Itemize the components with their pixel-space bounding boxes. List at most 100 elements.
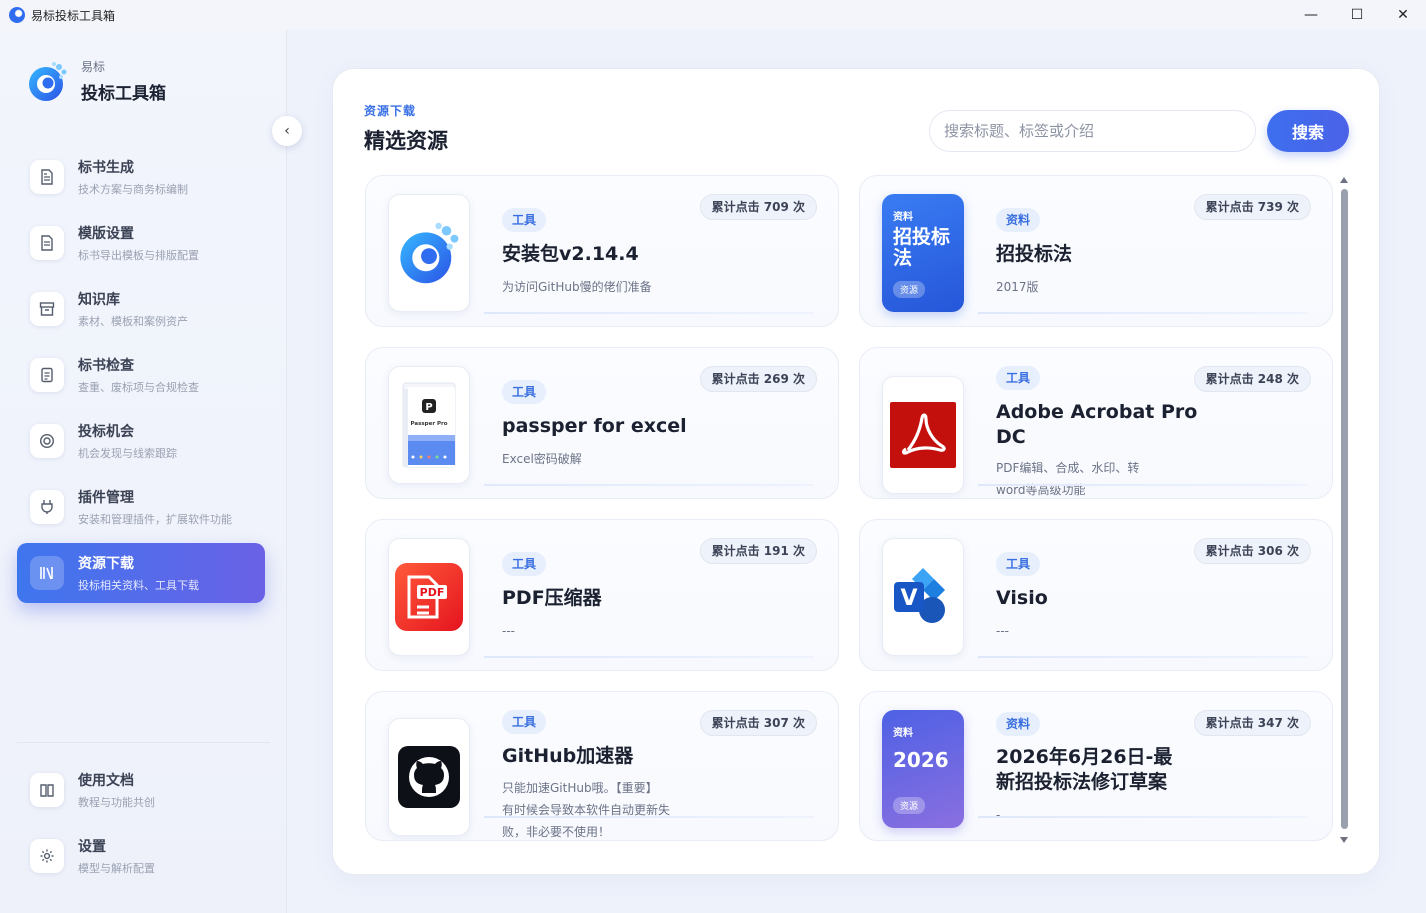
resource-card[interactable]: 工具 安装包v2.14.4 为访问GitHub慢的佬们准备 累计点击 709 次 (365, 175, 839, 327)
card-title-line: 2026年6月26日-最 (996, 746, 1173, 768)
sidebar-item-desc: 标书导出模板与排版配置 (78, 249, 199, 262)
scrollbar-thumb[interactable] (1341, 189, 1348, 829)
card-desc: --- (996, 624, 1009, 638)
card-title-line: DC (996, 426, 1026, 448)
resource-card[interactable]: 工具 GitHub加速器 只能加速GitHub哦。【重要】 有时候会导致本软件自… (365, 691, 839, 841)
sidebar-item-label: 模版设置 (78, 226, 134, 242)
click-count-badge: 累计点击 269 次 (699, 366, 817, 392)
gear-icon (30, 839, 64, 873)
sidebar-item-desc: 教程与功能共创 (78, 796, 155, 809)
sidebar-item-bid-opportunity[interactable]: 投标机会 机会发现与线索跟踪 (17, 411, 265, 471)
card-tag: 工具 (996, 366, 1041, 390)
card-title: 安装包v2.14.4 (502, 243, 639, 265)
card-desc: 只能加速GitHub哦。【重要】 (502, 781, 658, 795)
maximize-button[interactable]: ☐ (1334, 0, 1380, 30)
sidebar-item-label: 标书检查 (78, 358, 134, 374)
resource-card[interactable]: 资料 招投标法 资源 资料 招投标法 2017版 累计点击 739 次 (859, 175, 1333, 327)
book-cover-icon: 资料 2026 资源 (882, 710, 964, 828)
sidebar-item-label: 设置 (78, 839, 106, 855)
checklist-icon (30, 358, 64, 392)
sidebar-item-template-settings[interactable]: 模版设置 标书导出模板与排版配置 (17, 213, 265, 273)
box-label: Passper Pro (411, 421, 448, 427)
scrollbar[interactable] (1340, 177, 1349, 845)
sidebar-item-plugin-management[interactable]: 插件管理 安装和管理插件，扩展软件功能 (17, 477, 265, 537)
card-title: Adobe Acrobat Pro DC (996, 400, 1197, 450)
visio-icon: V (882, 538, 964, 656)
main-panel: 资源下载 精选资源 搜索 工具 安装包v2.14.4 为访问GitHub慢的佬们… (332, 68, 1380, 875)
visio-label: V (900, 586, 917, 611)
chevron-left-icon: ‹ (284, 123, 290, 139)
sidebar-item-label: 插件管理 (78, 490, 134, 506)
card-tag: 工具 (502, 380, 547, 404)
resource-card[interactable]: V 工具 Visio --- 累计点击 306 次 (859, 519, 1333, 671)
pdf-compressor-icon: PDF (388, 538, 470, 656)
click-count-badge: 累计点击 191 次 (699, 538, 817, 564)
click-count-badge: 累计点击 347 次 (1193, 710, 1311, 736)
scroll-up-arrow-icon[interactable] (1340, 177, 1348, 183)
card-desc: word等高级功能 (996, 483, 1086, 497)
minimize-button[interactable]: — (1288, 0, 1334, 30)
library-icon (30, 556, 64, 590)
sidebar-item-desc: 投标相关资料、工具下载 (78, 579, 199, 592)
breadcrumb: 资源下载 (364, 104, 417, 118)
archive-icon (30, 292, 64, 326)
sidebar-item-resource-download[interactable]: 资源下载 投标相关资料、工具下载 (17, 543, 265, 603)
cover-title: 2026 (893, 748, 949, 772)
card-tag: 工具 (996, 552, 1041, 576)
card-tag: 工具 (502, 710, 547, 734)
cover-title: 招投标法 (893, 226, 951, 269)
sidebar-item-label: 知识库 (78, 292, 120, 308)
sidebar-item-bid-check[interactable]: 标书检查 查重、废标项与合规检查 (17, 345, 265, 405)
sidebar-item-docs[interactable]: 使用文档 教程与功能共创 (17, 760, 265, 820)
resource-card[interactable]: 工具 Adobe Acrobat Pro DC PDF编辑、合成、水印、转 wo… (859, 347, 1333, 499)
resource-card[interactable]: PDF 工具 PDF压缩器 --- 累计点击 191 次 (365, 519, 839, 671)
card-title-line: 新招投标法修订草案 (996, 771, 1168, 793)
search-button[interactable]: 搜索 (1267, 110, 1349, 152)
card-desc: 败，非必要不使用！ (502, 825, 611, 839)
card-divider (484, 312, 814, 314)
svg-text:P: P (425, 402, 432, 413)
card-desc: PDF编辑、合成、水印、转 (996, 461, 1140, 475)
card-title: 2026年6月26日-最 新招投标法修订草案 (996, 745, 1172, 795)
card-divider (978, 312, 1308, 314)
sidebar-item-label: 投标机会 (78, 424, 134, 440)
window-title: 易标投标工具箱 (31, 8, 116, 23)
resource-card[interactable]: 资料 2026 资源 资料 2026年6月26日-最 新招投标法修订草案 - 累… (859, 691, 1333, 841)
close-button[interactable]: ✕ (1380, 0, 1426, 30)
card-desc: 为访问GitHub慢的佬们准备 (502, 280, 652, 294)
card-title-line: Adobe Acrobat Pro (996, 401, 1198, 423)
pdf-label: PDF (420, 586, 445, 599)
sidebar-item-desc: 素材、模板和案例资产 (78, 315, 188, 328)
sidebar-collapse-button[interactable]: ‹ (272, 116, 302, 146)
click-count-badge: 累计点击 739 次 (1193, 194, 1311, 220)
card-title: PDF压缩器 (502, 587, 602, 609)
click-count-badge: 累计点击 307 次 (699, 710, 817, 736)
sidebar-item-desc: 模型与解析配置 (78, 862, 155, 875)
card-divider (484, 484, 814, 486)
sidebar-item-label: 标书生成 (78, 160, 134, 176)
sidebar-item-knowledge-base[interactable]: 知识库 素材、模板和案例资产 (17, 279, 265, 339)
resource-card[interactable]: P Passper Pro 工具 passper for excel Excel… (365, 347, 839, 499)
card-desc: 2017版 (996, 280, 1039, 294)
cover-badge: 资源 (893, 281, 926, 298)
card-tag: 资料 (996, 712, 1041, 736)
sidebar-item-desc: 查重、废标项与合规检查 (78, 381, 199, 394)
target-icon (30, 424, 64, 458)
book-cover-icon: 资料 招投标法 资源 (882, 194, 964, 312)
search-input[interactable] (929, 110, 1256, 152)
card-divider (484, 816, 814, 818)
sidebar-item-bid-generate[interactable]: 标书生成 技术方案与商务标编制 (17, 147, 265, 207)
sidebar-item-desc: 机会发现与线索跟踪 (78, 447, 177, 460)
card-divider (978, 816, 1308, 818)
brand-name: 投标工具箱 (81, 84, 166, 104)
cover-tag: 资料 (893, 728, 913, 739)
card-title: Visio (996, 587, 1048, 609)
card-title: passper for excel (502, 415, 687, 437)
click-count-badge: 累计点击 248 次 (1193, 366, 1311, 392)
card-divider (978, 656, 1308, 658)
sidebar-item-settings[interactable]: 设置 模型与解析配置 (17, 826, 265, 886)
brand-sub: 易标 (81, 60, 106, 74)
scroll-down-arrow-icon[interactable] (1340, 837, 1348, 843)
cover-badge: 资源 (893, 797, 926, 814)
brand-logo-icon (26, 59, 70, 103)
